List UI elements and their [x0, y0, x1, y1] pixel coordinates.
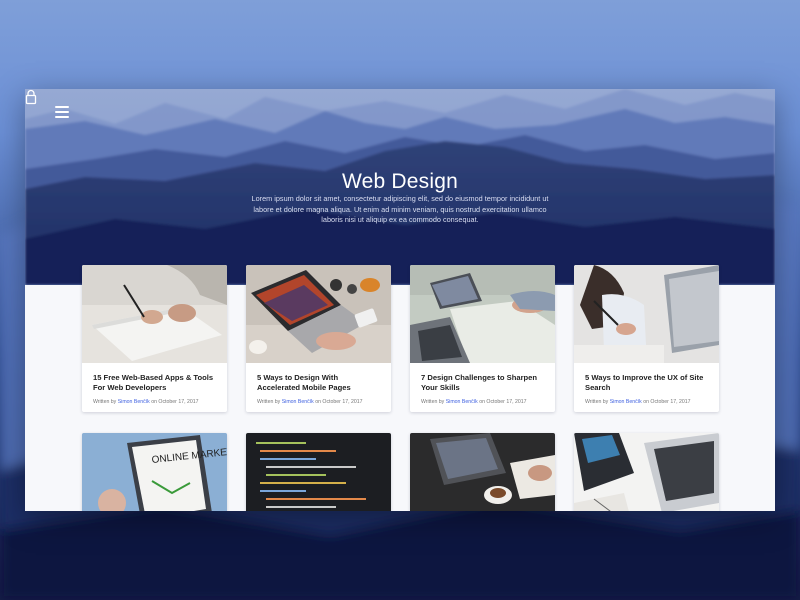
post-thumbnail: ONLINE MARKETING: [82, 433, 227, 511]
post-thumbnail: [410, 433, 555, 511]
browser-page: Web Design Lorem ipsum dolor sit amet, c…: [25, 89, 775, 511]
post-meta: Written by Simon Benčík on October 17, 2…: [257, 399, 363, 405]
hero-banner: Web Design Lorem ipsum dolor sit amet, c…: [25, 89, 775, 285]
post-title[interactable]: 5 Ways to Design With Accelerated Mobile…: [257, 373, 380, 393]
post-date: October 17, 2017: [650, 399, 691, 405]
post-thumbnail: [574, 433, 719, 511]
post-title[interactable]: 5 Ways to Improve the UX of Site Search: [585, 373, 708, 393]
post-card[interactable]: 5 Ways to Design With Accelerated Mobile…: [246, 265, 391, 412]
post-card[interactable]: 5 Ways to Improve the UX of Site Search …: [574, 265, 719, 412]
post-meta: Written by Simon Benčík on October 17, 2…: [585, 399, 691, 405]
post-card[interactable]: 15 Free Web-Based Apps & Tools For Web D…: [82, 265, 227, 412]
author-link[interactable]: Simon Benčík: [446, 399, 478, 405]
post-card[interactable]: [410, 433, 555, 511]
post-meta: Written by Simon Benčík on October 17, 2…: [93, 399, 199, 405]
post-thumbnail: [574, 265, 719, 363]
post-date: October 17, 2017: [322, 399, 363, 405]
author-link[interactable]: Simon Benčík: [282, 399, 314, 405]
page-description: Lorem ipsum dolor sit amet, consectetur …: [251, 194, 549, 225]
post-card[interactable]: [574, 433, 719, 511]
post-meta: Written by Simon Benčík on October 17, 2…: [421, 399, 527, 405]
post-title[interactable]: 7 Design Challenges to Sharpen Your Skil…: [421, 373, 544, 393]
author-link[interactable]: Simon Benčík: [610, 399, 642, 405]
post-card[interactable]: [246, 433, 391, 511]
post-thumbnail: [246, 433, 391, 511]
post-thumbnail: [246, 265, 391, 363]
post-date: October 17, 2017: [158, 399, 199, 405]
post-thumbnail: [410, 265, 555, 363]
author-link[interactable]: Simon Benčík: [118, 399, 150, 405]
post-title[interactable]: 15 Free Web-Based Apps & Tools For Web D…: [93, 373, 216, 393]
post-card[interactable]: ONLINE MARKETING: [82, 433, 227, 511]
post-date: October 17, 2017: [486, 399, 527, 405]
shopping-bag-icon[interactable]: [25, 89, 37, 105]
page-title: Web Design: [341, 170, 458, 194]
hamburger-icon: [55, 106, 69, 108]
post-thumbnail: [82, 265, 227, 363]
post-card[interactable]: 7 Design Challenges to Sharpen Your Skil…: [410, 265, 555, 412]
menu-button[interactable]: [55, 106, 69, 118]
